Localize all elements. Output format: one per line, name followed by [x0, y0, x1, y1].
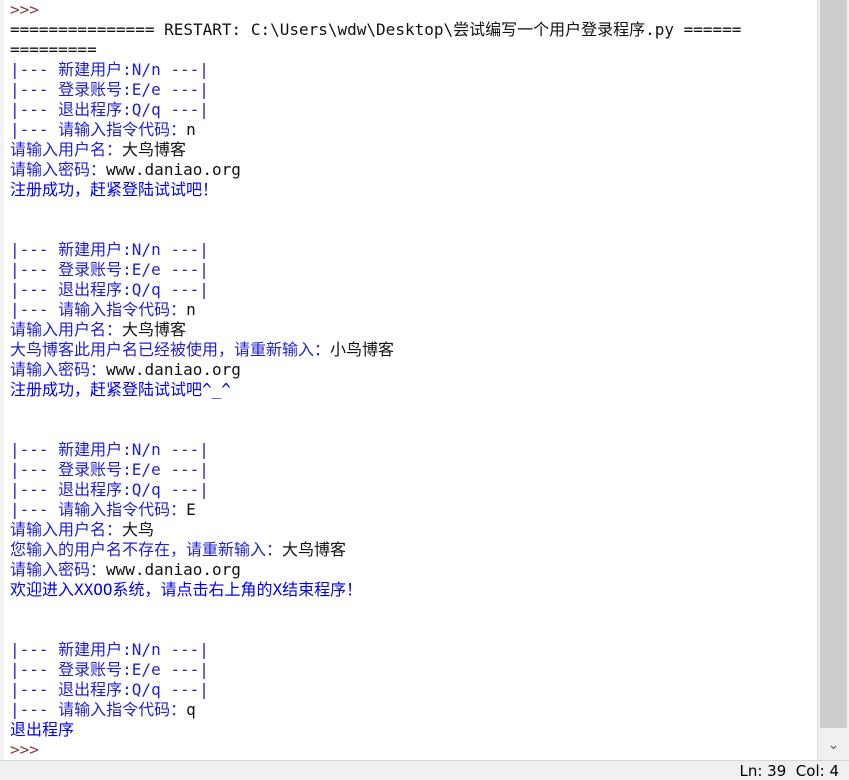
console-text: n	[186, 120, 196, 139]
console-line: |--- 新建用户:N/n ---|	[10, 240, 815, 260]
console-text: 大鸟博客	[122, 140, 187, 159]
console-text: |--- 请输入指令代码：	[10, 700, 187, 719]
console-text: |--- 退出程序:Q/q ---|	[10, 280, 209, 299]
console-line: 注册成功，赶紧登陆试试吧！	[10, 180, 815, 200]
console-line: |--- 退出程序:Q/q ---|	[10, 280, 815, 300]
console-line: =============== RESTART: C:\Users\wdw\De…	[10, 20, 815, 40]
console-text: 请输入密码：	[10, 360, 107, 379]
console-line: 请输入密码：www.daniao.org	[10, 560, 815, 580]
left-gutter	[0, 0, 4, 760]
console-line: 请输入密码：www.daniao.org	[10, 360, 815, 380]
console-text: =========	[10, 40, 97, 59]
console-text: 注册成功，赶紧登陆试试吧^_^	[10, 380, 231, 399]
console-text: www.daniao.org	[106, 560, 241, 579]
console-line: |--- 请输入指令代码：n	[10, 120, 815, 140]
console-text: |--- 登录账号:E/e ---|	[10, 80, 209, 99]
console-line: 请输入用户名：大鸟博客	[10, 140, 815, 160]
console-line: |--- 退出程序:Q/q ---|	[10, 480, 815, 500]
console-text: |--- 登录账号:E/e ---|	[10, 660, 209, 679]
console-text: 欢迎进入XXOO系统，请点击右上角的X结束程序！	[10, 580, 363, 599]
console-line: 大鸟博客此用户名已经被使用，请重新输入：小鸟博客	[10, 340, 815, 360]
idle-shell-window: >>> =============== RESTART: C:\Users\wdw…	[0, 0, 849, 780]
scroll-down-arrow-icon[interactable]: ⌄	[818, 730, 849, 760]
console-line: |--- 新建用户:N/n ---|	[10, 440, 815, 460]
shell-output-area[interactable]: >>> =============== RESTART: C:\Users\wdw…	[10, 0, 815, 760]
console-text: 请输入密码：	[10, 560, 107, 579]
console-text: |--- 退出程序:Q/q ---|	[10, 680, 209, 699]
shell-prompt: >>>	[10, 740, 39, 759]
console-text: www.daniao.org	[106, 360, 241, 379]
console-text: E	[186, 500, 196, 519]
shell-prompt: >>>	[10, 0, 39, 19]
status-bar: Ln: 39 Col: 4	[0, 760, 849, 780]
scrollbar-thumb[interactable]	[820, 0, 847, 728]
console-text: |--- 登录账号:E/e ---|	[10, 460, 209, 479]
console-text: www.daniao.org	[106, 160, 241, 179]
console-text: 大鸟博客此用户名已经被使用，请重新输入：	[10, 340, 331, 359]
console-line: |--- 登录账号:E/e ---|	[10, 80, 815, 100]
console-text: |--- 新建用户:N/n ---|	[10, 440, 209, 459]
console-line: >>>	[10, 740, 815, 760]
console-line: =========	[10, 40, 815, 60]
cursor-position: Ln: 39 Col: 4	[739, 762, 840, 780]
console-text: =============== RESTART: C:\Users\wdw\De…	[10, 20, 742, 39]
console-text: |--- 登录账号:E/e ---|	[10, 260, 209, 279]
console-line: |--- 请输入指令代码：n	[10, 300, 815, 320]
console-text: 大鸟博客	[282, 540, 347, 559]
console-line: |--- 登录账号:E/e ---|	[10, 660, 815, 680]
console-line: |--- 登录账号:E/e ---|	[10, 460, 815, 480]
console-line: 请输入用户名：大鸟	[10, 520, 815, 540]
console-text: 退出程序	[10, 720, 75, 739]
console-line: |--- 新建用户:N/n ---|	[10, 60, 815, 80]
console-line: 请输入密码：www.daniao.org	[10, 160, 815, 180]
console-text: 大鸟	[122, 520, 155, 539]
console-text: 注册成功，赶紧登陆试试吧！	[10, 180, 219, 199]
console-text: 请输入用户名：	[10, 320, 123, 339]
console-text: 请输入用户名：	[10, 140, 123, 159]
vertical-scrollbar[interactable]: ⌄	[817, 0, 849, 760]
console-text: 您输入的用户名不存在，请重新输入：	[10, 540, 283, 559]
console-text: |--- 请输入指令代码：	[10, 120, 187, 139]
console-text: |--- 请输入指令代码：	[10, 300, 187, 319]
console-text: 请输入密码：	[10, 160, 107, 179]
console-line: |--- 请输入指令代码：q	[10, 700, 815, 720]
console-line: >>>	[10, 0, 815, 20]
console-text: |--- 请输入指令代码：	[10, 500, 187, 519]
console-text: 小鸟博客	[330, 340, 395, 359]
console-text: q	[186, 700, 196, 719]
console-text: |--- 退出程序:Q/q ---|	[10, 480, 209, 499]
console-line: 注册成功，赶紧登陆试试吧^_^	[10, 380, 815, 400]
console-line: |--- 退出程序:Q/q ---|	[10, 100, 815, 120]
console-line: 请输入用户名：大鸟博客	[10, 320, 815, 340]
console-line: 欢迎进入XXOO系统，请点击右上角的X结束程序！	[10, 580, 815, 600]
console-text: |--- 新建用户:N/n ---|	[10, 60, 209, 79]
console-text: |--- 退出程序:Q/q ---|	[10, 100, 209, 119]
console-line: |--- 退出程序:Q/q ---|	[10, 680, 815, 700]
console-line: |--- 登录账号:E/e ---|	[10, 260, 815, 280]
console-line: |--- 请输入指令代码：E	[10, 500, 815, 520]
console-text: n	[186, 300, 196, 319]
console-text: |--- 新建用户:N/n ---|	[10, 240, 209, 259]
console-text: 请输入用户名：	[10, 520, 123, 539]
console-text: |--- 新建用户:N/n ---|	[10, 640, 209, 659]
console-text: 大鸟博客	[122, 320, 187, 339]
console-line: |--- 新建用户:N/n ---|	[10, 640, 815, 660]
console-line: 您输入的用户名不存在，请重新输入：大鸟博客	[10, 540, 815, 560]
console-line: 退出程序	[10, 720, 815, 740]
